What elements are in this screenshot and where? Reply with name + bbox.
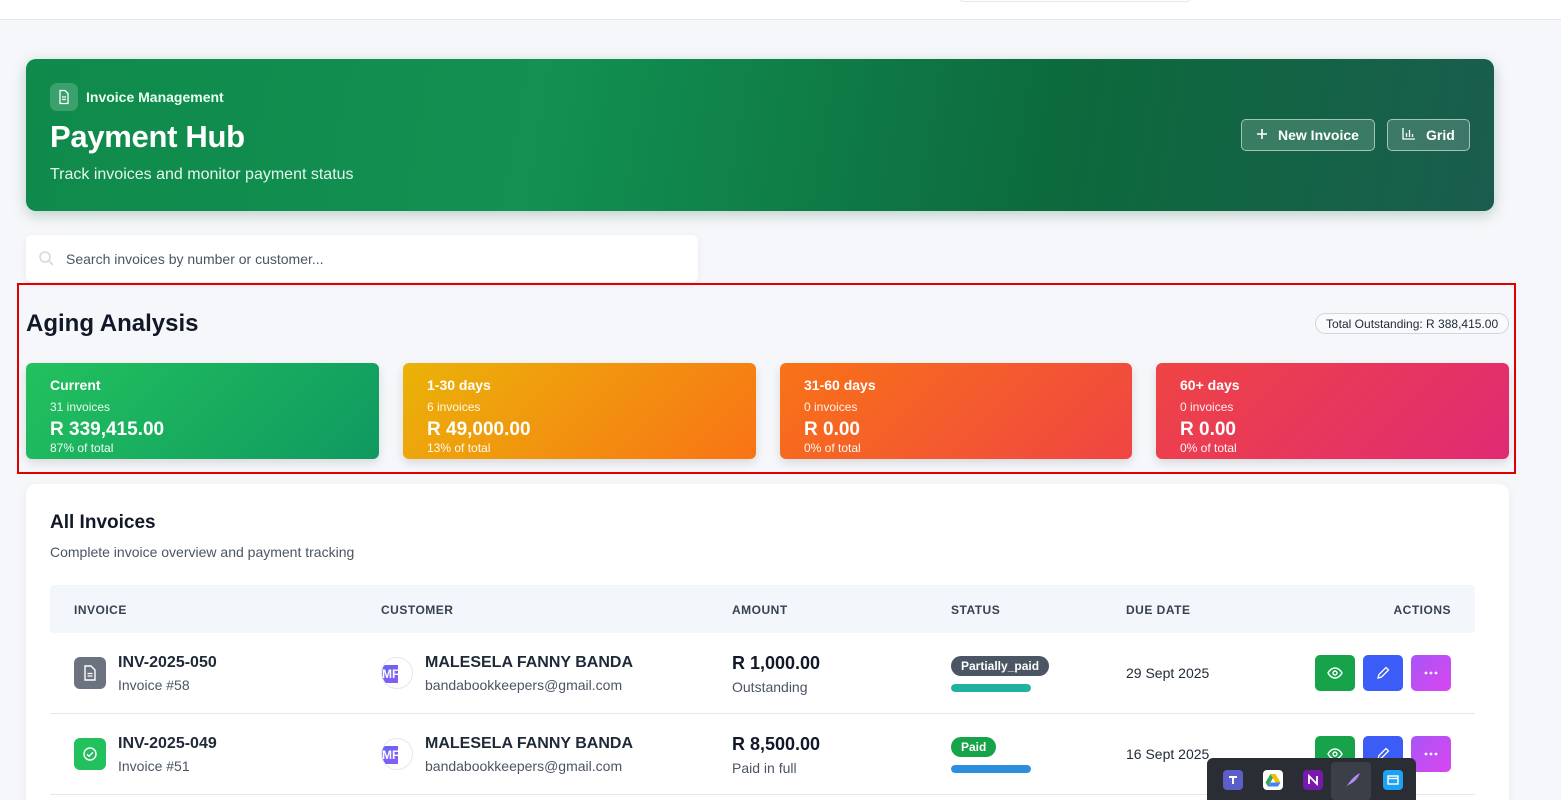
search-input[interactable] bbox=[66, 235, 686, 282]
quill-icon[interactable] bbox=[1343, 770, 1363, 790]
view-button[interactable] bbox=[1315, 655, 1355, 691]
invoice-amount: R 1,000.00 bbox=[732, 653, 821, 673]
aging-card-1-30-days[interactable]: 1-30 days 6 invoices R 49,000.00 13% of … bbox=[403, 363, 756, 459]
aging-card-count: 6 invoices bbox=[427, 400, 481, 414]
amount-note: Paid in full bbox=[732, 760, 797, 776]
pencil-icon bbox=[1377, 666, 1390, 679]
amount-note: Outstanding bbox=[732, 679, 808, 695]
column-header-due-date[interactable]: DUE DATE bbox=[1126, 603, 1190, 617]
payment-progress-bar bbox=[951, 684, 1031, 692]
hero-eyebrow: Invoice Management bbox=[86, 89, 224, 105]
total-outstanding-badge: Total Outstanding: R 388,415.00 bbox=[1315, 313, 1510, 334]
eye-icon bbox=[1327, 667, 1343, 679]
aging-card-label: 1-30 days bbox=[427, 377, 491, 393]
payment-progress-bar bbox=[951, 765, 1031, 773]
table-row[interactable]: INV-2025-050 Invoice #58 MF MALESELA FAN… bbox=[50, 633, 1475, 714]
page-subtitle: Track invoices and monitor payment statu… bbox=[50, 166, 354, 183]
invoice-number[interactable]: INV-2025-050 bbox=[118, 654, 217, 672]
aging-card-31-60-days[interactable]: 31-60 days 0 invoices R 0.00 0% of total bbox=[780, 363, 1132, 459]
onenote-icon[interactable] bbox=[1303, 770, 1323, 790]
plus-icon bbox=[1256, 127, 1268, 143]
due-date: 16 Sept 2025 bbox=[1126, 746, 1210, 762]
customer-email: bandabookkeepers@gmail.com bbox=[425, 677, 623, 693]
page-title: Payment Hub bbox=[50, 119, 245, 154]
google-drive-icon[interactable] bbox=[1263, 770, 1283, 790]
document-icon bbox=[50, 83, 78, 111]
aging-card-60-plus-days[interactable]: 60+ days 0 invoices R 0.00 0% of total bbox=[1156, 363, 1509, 459]
bar-chart-icon bbox=[1402, 127, 1416, 143]
aging-card-share: 87% of total bbox=[50, 441, 114, 455]
customer-email: bandabookkeepers@gmail.com bbox=[425, 758, 623, 774]
customer-name: MALESELA FANNY BANDA bbox=[425, 735, 634, 752]
new-invoice-label: New Invoice bbox=[1278, 127, 1359, 143]
invoice-reference: Invoice #58 bbox=[118, 677, 190, 693]
new-invoice-button[interactable]: New Invoice bbox=[1241, 119, 1375, 151]
customer-name: MALESELA FANNY BANDA bbox=[425, 654, 634, 671]
aging-card-amount: R 0.00 bbox=[1180, 419, 1236, 440]
column-header-status[interactable]: STATUS bbox=[951, 603, 1000, 617]
status-badge: Partially_paid bbox=[951, 656, 1050, 676]
more-dots-icon bbox=[1424, 752, 1438, 756]
top-bar bbox=[0, 0, 1561, 20]
invoice-number[interactable]: INV-2025-049 bbox=[118, 735, 217, 753]
invoices-title: All Invoices bbox=[50, 512, 156, 533]
more-dots-icon bbox=[1424, 671, 1438, 675]
top-search-pill[interactable] bbox=[958, 0, 1192, 2]
aging-title: Aging Analysis bbox=[26, 310, 199, 337]
grid-view-button[interactable]: Grid bbox=[1387, 119, 1470, 151]
invoices-subtitle: Complete invoice overview and payment tr… bbox=[50, 544, 355, 560]
payment-progress-fill bbox=[951, 684, 1031, 692]
aging-card-label: 60+ days bbox=[1180, 377, 1240, 393]
column-header-customer[interactable]: CUSTOMER bbox=[381, 603, 453, 617]
document-icon bbox=[74, 657, 106, 689]
more-actions-button[interactable] bbox=[1411, 736, 1451, 772]
check-circle-icon bbox=[74, 738, 106, 770]
aging-card-current[interactable]: Current 31 invoices R 339,415.00 87% of … bbox=[26, 363, 379, 459]
payment-progress-fill bbox=[951, 765, 1031, 773]
aging-card-share: 0% of total bbox=[804, 441, 861, 455]
aging-card-amount: R 0.00 bbox=[804, 419, 860, 440]
app-window-icon[interactable] bbox=[1383, 770, 1403, 790]
more-actions-button[interactable] bbox=[1411, 655, 1451, 691]
status-badge: Paid bbox=[951, 737, 997, 757]
aging-card-label: 31-60 days bbox=[804, 377, 876, 393]
os-taskbar bbox=[1207, 758, 1416, 800]
column-header-invoice[interactable]: INVOICE bbox=[74, 603, 127, 617]
invoices-panel: All Invoices Complete invoice overview a… bbox=[26, 484, 1509, 800]
aging-card-count: 0 invoices bbox=[804, 400, 858, 414]
search-icon bbox=[39, 251, 54, 266]
aging-card-amount: R 339,415.00 bbox=[50, 419, 165, 440]
invoice-amount: R 8,500.00 bbox=[732, 734, 821, 754]
invoice-reference: Invoice #51 bbox=[118, 758, 190, 774]
aging-card-share: 0% of total bbox=[1180, 441, 1237, 455]
column-header-actions: ACTIONS bbox=[1393, 603, 1451, 617]
avatar: MF bbox=[381, 657, 413, 689]
table-header: INVOICE CUSTOMER AMOUNT STATUS DUE DATE … bbox=[50, 585, 1475, 633]
aging-card-amount: R 49,000.00 bbox=[427, 419, 531, 440]
grid-label: Grid bbox=[1426, 127, 1455, 143]
invoice-search bbox=[26, 235, 698, 282]
hero-banner: Invoice Management Payment Hub Track inv… bbox=[26, 59, 1494, 211]
aging-card-share: 13% of total bbox=[427, 441, 491, 455]
avatar: MF bbox=[381, 738, 413, 770]
column-header-amount[interactable]: AMOUNT bbox=[732, 603, 788, 617]
aging-card-count: 0 invoices bbox=[1180, 400, 1234, 414]
due-date: 29 Sept 2025 bbox=[1126, 665, 1210, 681]
aging-card-count: 31 invoices bbox=[50, 400, 111, 414]
edit-button[interactable] bbox=[1363, 655, 1403, 691]
teams-icon[interactable] bbox=[1223, 770, 1243, 790]
aging-card-label: Current bbox=[50, 377, 101, 393]
